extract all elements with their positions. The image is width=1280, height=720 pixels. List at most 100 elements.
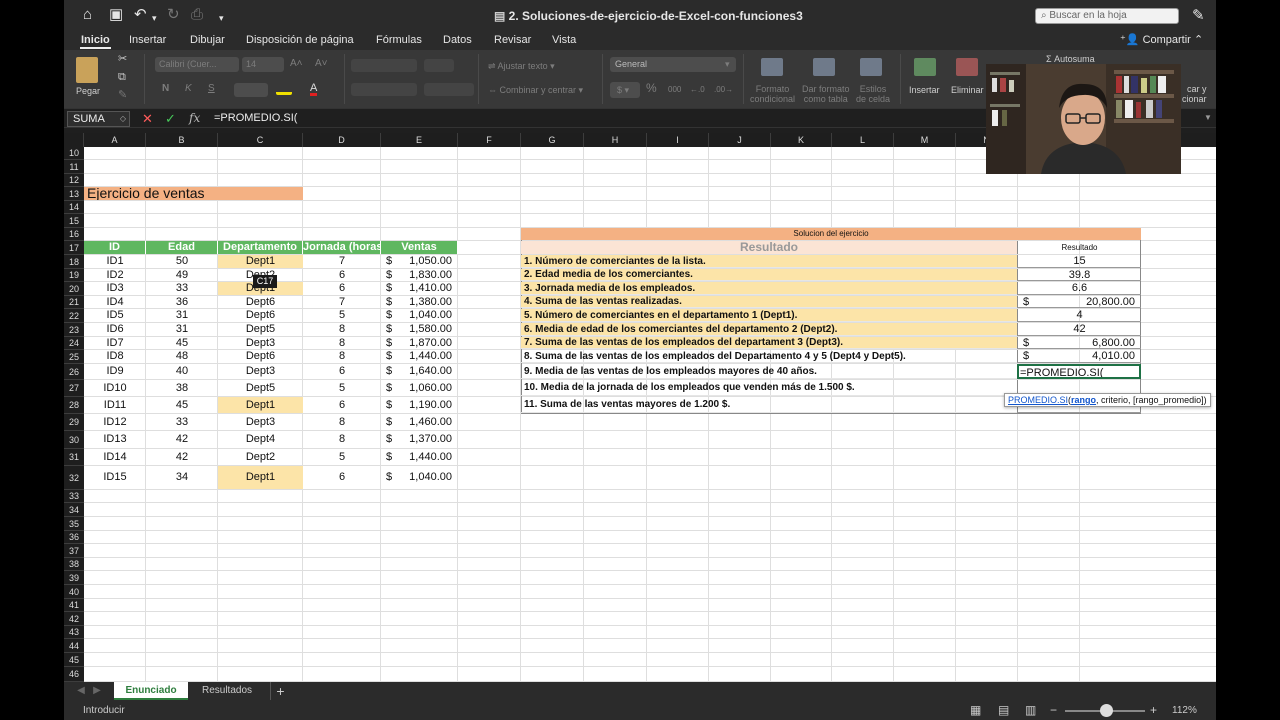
conditional-format-label[interactable]: Formato condicional: [750, 84, 795, 104]
sheet-search-input[interactable]: ⌕ Buscar en la hoja: [1035, 8, 1179, 24]
cell-ventas[interactable]: 1,410.00: [398, 282, 452, 295]
row-header-28[interactable]: 28: [64, 397, 84, 414]
cell-departamento[interactable]: Dept4: [218, 431, 303, 448]
cancel-formula-icon[interactable]: ✕: [142, 111, 153, 127]
row-header-18[interactable]: 18: [64, 255, 84, 269]
cell-currency[interactable]: $: [386, 255, 398, 268]
table-header-1[interactable]: ID: [84, 241, 146, 254]
name-box[interactable]: SUMA ◇: [67, 111, 130, 127]
insert-function-icon[interactable]: fx: [189, 111, 200, 125]
cell-id[interactable]: ID4: [84, 296, 146, 308]
solution-result-value[interactable]: 6.6: [1017, 282, 1141, 295]
solution-question[interactable]: 2. Edad media de los comerciantes.: [521, 269, 1017, 281]
cell-edad[interactable]: 31: [146, 323, 218, 336]
cell-edad[interactable]: 48: [146, 350, 218, 363]
row-header-42[interactable]: 42: [64, 612, 84, 626]
zoom-in-icon[interactable]: +: [1150, 703, 1157, 717]
row-header-29[interactable]: 29: [64, 414, 84, 431]
solution-result-value[interactable]: 15: [1017, 255, 1141, 268]
tab-disposicion[interactable]: Disposición de página: [246, 34, 354, 46]
solution-question[interactable]: 5. Número de comerciantes en el departam…: [521, 309, 1017, 322]
cell-edad[interactable]: 45: [146, 337, 218, 349]
redo-icon[interactable]: ↻: [167, 7, 180, 23]
solution-result-value[interactable]: 39.8: [1017, 269, 1141, 281]
cell-departamento[interactable]: Dept5: [218, 380, 303, 396]
row-header-45[interactable]: 45: [64, 653, 84, 667]
row-header-41[interactable]: 41: [64, 599, 84, 612]
cell-jornada[interactable]: 6: [303, 269, 381, 281]
font-size-select[interactable]: 14: [242, 57, 284, 72]
row-header-31[interactable]: 31: [64, 449, 84, 466]
font-name-select[interactable]: Calibri (Cuer...: [155, 57, 239, 72]
table-header-5[interactable]: Ventas: [381, 241, 458, 254]
cell-jornada[interactable]: 8: [303, 350, 381, 363]
orientation-button[interactable]: [424, 59, 454, 72]
column-header-m[interactable]: M: [894, 133, 956, 147]
cell-id[interactable]: ID10: [84, 380, 146, 396]
solution-result-cell[interactable]: [1017, 350, 1141, 363]
column-header-j[interactable]: J: [709, 133, 771, 147]
delete-label[interactable]: Eliminar: [951, 85, 984, 95]
cell-id[interactable]: ID1: [84, 255, 146, 268]
number-format-select[interactable]: General ▾: [610, 57, 736, 72]
prev-sheet-icon[interactable]: ◀: [74, 682, 88, 700]
horizontal-align-group[interactable]: [351, 83, 417, 96]
cell-ventas[interactable]: 1,460.00: [398, 414, 452, 430]
cell-id[interactable]: ID7: [84, 337, 146, 349]
cell-id[interactable]: ID14: [84, 449, 146, 465]
row-header-30[interactable]: 30: [64, 431, 84, 449]
cell-ventas[interactable]: 1,190.00: [398, 397, 452, 413]
cell-edad[interactable]: 50: [146, 255, 218, 268]
column-header-k[interactable]: K: [771, 133, 832, 147]
cell-ventas[interactable]: 1,060.00: [398, 380, 452, 396]
cell-jornada[interactable]: 6: [303, 397, 381, 413]
expand-formula-bar-icon[interactable]: ▼: [1204, 113, 1212, 122]
cell-ventas[interactable]: 1,050.00: [398, 255, 452, 268]
collapse-ribbon-icon[interactable]: ⌃: [1194, 33, 1203, 46]
formula-input[interactable]: =PROMEDIO.SI(: [214, 112, 297, 124]
solution-title[interactable]: Solucion del ejercicio: [521, 228, 1141, 240]
cell-ventas[interactable]: 1,440.00: [398, 449, 452, 465]
indent-group[interactable]: [424, 83, 474, 96]
bold-icon[interactable]: N: [162, 84, 169, 94]
cell-jornada[interactable]: 8: [303, 337, 381, 349]
row-header-19[interactable]: 19: [64, 269, 84, 282]
row-header-38[interactable]: 38: [64, 558, 84, 571]
cell-jornada[interactable]: 5: [303, 309, 381, 322]
row-header-20[interactable]: 20: [64, 282, 84, 296]
accounting-format-button[interactable]: $ ▾: [610, 82, 640, 98]
row-header-44[interactable]: 44: [64, 639, 84, 653]
cell-id[interactable]: ID11: [84, 397, 146, 413]
cell-jornada[interactable]: 6: [303, 282, 381, 295]
row-header-17[interactable]: 17: [64, 241, 84, 255]
cell-departamento[interactable]: Dept6: [218, 350, 303, 363]
cell-currency[interactable]: $: [386, 323, 398, 336]
wrap-text-button[interactable]: ⇌ Ajustar texto ▾: [488, 61, 555, 71]
cell-ventas[interactable]: 1,640.00: [398, 364, 452, 379]
solution-result-editing[interactable]: =PROMEDIO.SI(: [1017, 364, 1141, 379]
cell-id[interactable]: ID12: [84, 414, 146, 430]
cell-styles-icon[interactable]: [860, 58, 882, 76]
tab-dibujar[interactable]: Dibujar: [190, 34, 225, 46]
cell-id[interactable]: ID6: [84, 323, 146, 336]
cell-departamento[interactable]: Dept6: [218, 296, 303, 308]
row-header-25[interactable]: 25: [64, 350, 84, 364]
tab-inicio[interactable]: Inicio: [81, 34, 110, 46]
cell-currency[interactable]: $: [386, 449, 398, 465]
cell-edad[interactable]: 49: [146, 269, 218, 281]
cell-edad[interactable]: 40: [146, 364, 218, 379]
table-header-4[interactable]: Jornada (horas): [303, 241, 381, 254]
decrease-decimal-icon[interactable]: .00→: [714, 85, 733, 95]
account-icon[interactable]: ✎: [1192, 6, 1205, 24]
copy-icon[interactable]: ⧉: [118, 72, 126, 83]
cell-jornada[interactable]: 8: [303, 323, 381, 336]
zoom-slider-thumb[interactable]: [1100, 704, 1113, 717]
cell-jornada[interactable]: 6: [303, 466, 381, 489]
cell-styles-label[interactable]: Estilos de celda: [856, 84, 890, 104]
row-header-35[interactable]: 35: [64, 517, 84, 531]
cell-ventas[interactable]: 1,370.00: [398, 431, 452, 448]
cell-id[interactable]: ID2: [84, 269, 146, 281]
cell-id[interactable]: ID15: [84, 466, 146, 489]
save-icon[interactable]: ▣: [109, 7, 123, 23]
print-icon[interactable]: ⎙: [191, 7, 203, 23]
